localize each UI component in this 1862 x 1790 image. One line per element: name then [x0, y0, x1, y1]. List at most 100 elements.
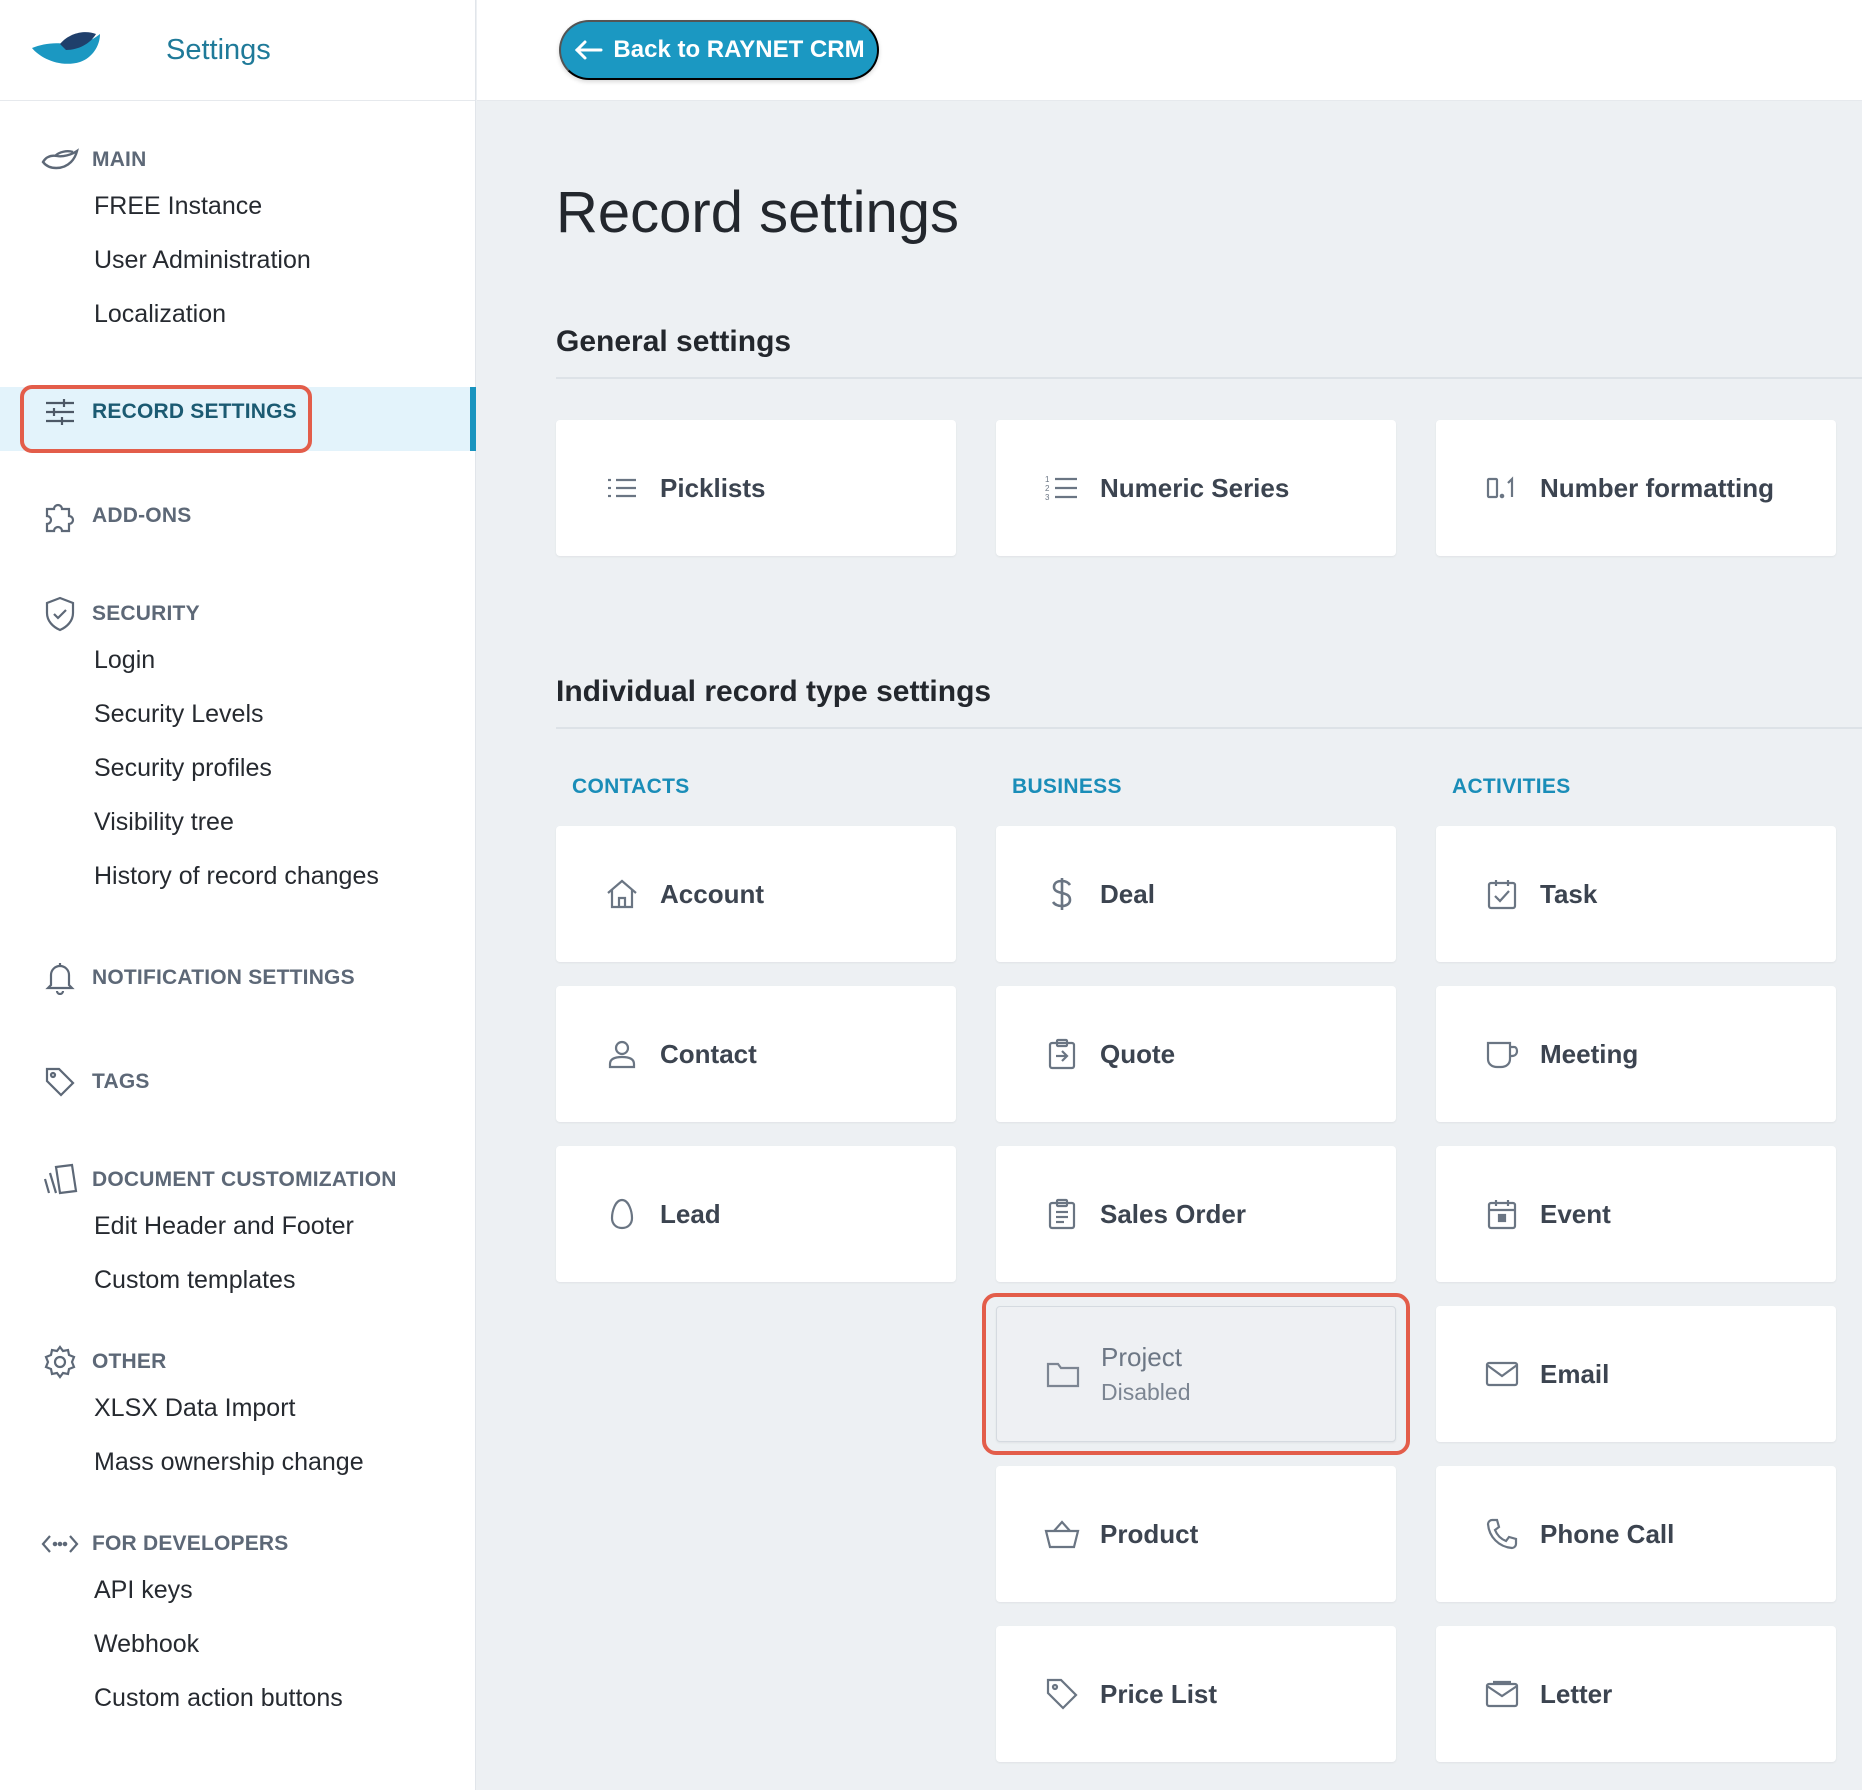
card-label: Numeric Series [1100, 472, 1290, 503]
card-letter[interactable]: Letter [1436, 1626, 1836, 1762]
card-product[interactable]: Product [996, 1466, 1396, 1602]
sidebar-nav: MAIN FREE Instance User Administration L… [0, 101, 476, 1725]
list-icon [604, 470, 640, 506]
nav-item-edit-header-footer[interactable]: Edit Header and Footer [0, 1199, 475, 1253]
section-head-add-ons[interactable]: ADD-ONS [0, 497, 475, 535]
nav-item-custom-templates[interactable]: Custom templates [0, 1253, 475, 1307]
person-icon [604, 1036, 640, 1072]
clipboard-list-icon [1044, 1196, 1080, 1232]
envelope-icon [1484, 1356, 1520, 1392]
numbered-list-icon: 123 [1044, 470, 1080, 506]
nav-item-api-keys[interactable]: API keys [0, 1563, 475, 1617]
card-email[interactable]: Email [1436, 1306, 1836, 1442]
number-format-icon [1484, 470, 1520, 506]
column-label-contacts: CONTACTS [572, 775, 690, 798]
card-label: Meeting [1540, 1038, 1639, 1069]
documents-icon [40, 1160, 80, 1200]
nav-item-security-profiles[interactable]: Security profiles [0, 741, 475, 795]
section-head-other[interactable]: OTHER [0, 1343, 475, 1381]
home-icon [604, 876, 640, 912]
gear-icon [40, 1342, 80, 1382]
card-label: Price List [1100, 1678, 1218, 1709]
nav-item-user-administration[interactable]: User Administration [0, 233, 475, 287]
nav-item-history-of-record-changes[interactable]: History of record changes [0, 849, 475, 903]
nav-item-webhook[interactable]: Webhook [0, 1617, 475, 1671]
svg-text:1: 1 [1045, 475, 1050, 484]
section-label: TAGS [92, 1070, 150, 1093]
project-highlight-box [982, 1293, 1410, 1455]
card-label: Deal [1100, 878, 1155, 909]
nav-item-free-instance[interactable]: FREE Instance [0, 179, 475, 233]
card-label: Account [660, 878, 764, 909]
section-head-for-developers[interactable]: FOR DEVELOPERS [0, 1525, 475, 1563]
card-contact[interactable]: Contact [556, 986, 956, 1122]
section-label: FOR DEVELOPERS [92, 1532, 289, 1555]
card-price-list[interactable]: Price List [996, 1626, 1396, 1762]
card-label: Event [1540, 1198, 1611, 1229]
card-label: Lead [660, 1198, 721, 1229]
bell-icon [40, 958, 80, 998]
nav-item-visibility-tree[interactable]: Visibility tree [0, 795, 475, 849]
back-to-crm-button[interactable]: Back to RAYNET CRM [559, 20, 879, 80]
column-label-business: BUSINESS [1012, 775, 1122, 798]
sidebar-header: Settings [0, 0, 475, 101]
section-head-record-settings[interactable]: RECORD SETTINGS [0, 393, 475, 431]
card-account[interactable]: Account [556, 826, 956, 962]
arrow-left-icon [575, 40, 603, 60]
card-quote[interactable]: Quote [996, 986, 1396, 1122]
section-tags: TAGS [0, 1063, 475, 1101]
section-head-security[interactable]: SECURITY [0, 595, 475, 633]
puzzle-icon [40, 496, 80, 536]
card-label: Letter [1540, 1678, 1613, 1709]
section-main: MAIN FREE Instance User Administration L… [0, 141, 475, 341]
nav-item-xlsx-data-import[interactable]: XLSX Data Import [0, 1381, 475, 1435]
raynet-logo-icon [32, 32, 100, 64]
app-title: Settings [166, 33, 271, 66]
section-record-settings: RECORD SETTINGS [0, 393, 475, 447]
topbar: Back to RAYNET CRM [477, 0, 1862, 101]
nav-item-localization[interactable]: Localization [0, 287, 475, 341]
phone-icon [1484, 1516, 1520, 1552]
general-settings-title: General settings [556, 325, 792, 358]
card-label: Picklists [660, 472, 766, 503]
checkbox-icon [1484, 876, 1520, 912]
section-label: ADD-ONS [92, 504, 192, 527]
section-label: NOTIFICATION SETTINGS [92, 966, 355, 989]
back-button-label: Back to RAYNET CRM [613, 36, 865, 63]
card-picklists[interactable]: Picklists [556, 420, 956, 556]
card-event[interactable]: Event [1436, 1146, 1836, 1282]
section-document-customization: DOCUMENT CUSTOMIZATION Edit Header and F… [0, 1161, 475, 1307]
basket-icon [1044, 1516, 1080, 1552]
card-label: Quote [1100, 1038, 1176, 1069]
card-sales-order[interactable]: Sales Order [996, 1146, 1396, 1282]
tag-icon [40, 1062, 80, 1102]
card-label: Email [1540, 1358, 1610, 1389]
nav-item-security-levels[interactable]: Security Levels [0, 687, 475, 741]
card-label: Contact [660, 1038, 757, 1069]
section-notification-settings: NOTIFICATION SETTINGS [0, 959, 475, 997]
section-head-tags[interactable]: TAGS [0, 1063, 475, 1101]
card-number-formatting[interactable]: Number formatting [1436, 420, 1836, 556]
fish-icon [40, 140, 80, 180]
nav-item-mass-ownership-change[interactable]: Mass ownership change [0, 1435, 475, 1489]
card-phone-call[interactable]: Phone Call [1436, 1466, 1836, 1602]
section-head-main[interactable]: MAIN [0, 141, 475, 179]
calendar-icon [1484, 1196, 1520, 1232]
nav-item-login[interactable]: Login [0, 633, 475, 687]
nav-item-custom-action-buttons[interactable]: Custom action buttons [0, 1671, 475, 1725]
card-task[interactable]: Task [1436, 826, 1836, 962]
card-deal[interactable]: Deal [996, 826, 1396, 962]
card-label: Sales Order [1100, 1198, 1246, 1229]
section-head-document-customization[interactable]: DOCUMENT CUSTOMIZATION [0, 1161, 475, 1199]
quote-clipboard-icon [1044, 1036, 1080, 1072]
cup-icon [1484, 1036, 1520, 1072]
svg-text:2: 2 [1045, 484, 1050, 493]
section-add-ons: ADD-ONS [0, 497, 475, 535]
section-head-notification-settings[interactable]: NOTIFICATION SETTINGS [0, 959, 475, 997]
card-numeric-series[interactable]: 123 Numeric Series [996, 420, 1396, 556]
card-label: Phone Call [1540, 1518, 1675, 1549]
card-meeting[interactable]: Meeting [1436, 986, 1836, 1122]
egg-icon [604, 1196, 640, 1232]
card-label: Number formatting [1540, 472, 1774, 503]
card-lead[interactable]: Lead [556, 1146, 956, 1282]
